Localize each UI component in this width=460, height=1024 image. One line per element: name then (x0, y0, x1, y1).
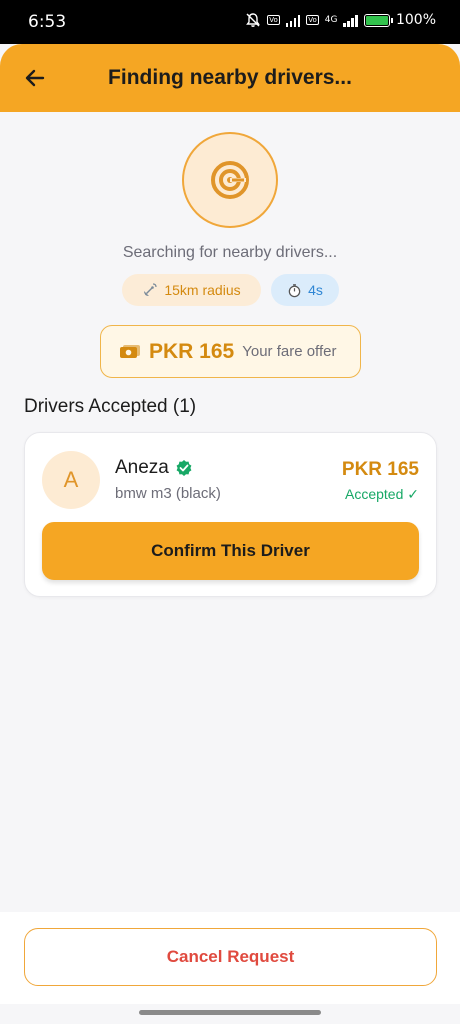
volte-icon-2: Vo (306, 15, 319, 25)
driver-card: A Aneza bmw m3 (black) PKR 165 Accepted … (24, 432, 437, 597)
confirm-driver-button[interactable]: Confirm This Driver (42, 522, 419, 580)
cancel-request-button[interactable]: Cancel Request (24, 928, 437, 986)
search-status-text: Searching for nearby drivers... (122, 244, 338, 261)
signal-icon (285, 14, 301, 27)
cash-icon (120, 344, 140, 358)
driver-name-row: Aneza (115, 457, 193, 479)
battery-level: 100% (395, 12, 436, 28)
driver-status-badge: Accepted ✓ (345, 486, 419, 502)
fare-offer-box: PKR 165 Your fare offer (100, 325, 361, 378)
timer-chip: 4s (271, 274, 339, 306)
target-icon (211, 161, 249, 199)
radius-chip: 15km radius (122, 274, 261, 306)
volte-icon: Vo (267, 15, 280, 25)
stopwatch-icon (288, 283, 301, 297)
page-title: Finding nearby drivers... (108, 66, 352, 89)
radius-label: 15km radius (164, 282, 241, 298)
battery-icon (363, 13, 393, 27)
fare-label: Your fare offer (242, 343, 337, 360)
notifications-off-icon (246, 13, 261, 27)
avatar: A (42, 451, 100, 509)
driver-vehicle: bmw m3 (black) (115, 485, 221, 502)
fare-amount: PKR 165 (149, 339, 235, 363)
app-header: Finding nearby drivers... (0, 44, 460, 112)
satellite-antenna-icon (144, 283, 157, 296)
drivers-section-title: Drivers Accepted (1) (24, 396, 197, 417)
driver-price: PKR 165 (341, 459, 419, 480)
driver-name: Aneza (115, 457, 169, 478)
status-time: 6:53 (28, 12, 67, 32)
verified-badge-icon (176, 460, 192, 476)
status-icons: Vo Vo 4G 100% (245, 12, 436, 28)
radar-indicator (182, 132, 278, 228)
home-indicator[interactable] (139, 1010, 321, 1015)
status-bar: 6:53 Vo Vo 4G 100% (0, 0, 460, 44)
signal-icon-2 (343, 14, 358, 27)
network-type: 4G (324, 15, 338, 25)
timer-label: 4s (308, 282, 323, 298)
